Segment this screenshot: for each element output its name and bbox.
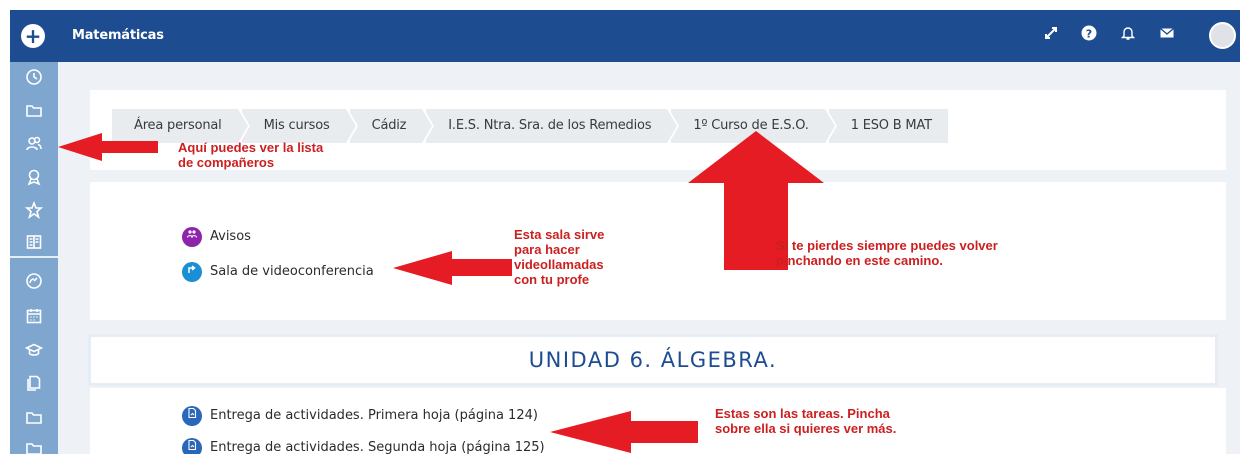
arrow-tasks xyxy=(550,411,698,453)
arrow-participants xyxy=(58,133,158,161)
annotation-participants: Aquí puedes ver la lista de compañeros xyxy=(178,140,324,170)
arrow-videoconference xyxy=(393,251,512,285)
annotation-breadcrumb: Si te pierdes siempre puedes volver pinc… xyxy=(776,238,998,268)
annotation-tasks: Estas son las tareas. Pincha sobre ella … xyxy=(715,406,897,436)
annotation-arrows xyxy=(58,131,824,453)
annotation-videoconference: Esta sala sirve para hacer videollamadas… xyxy=(514,227,605,287)
